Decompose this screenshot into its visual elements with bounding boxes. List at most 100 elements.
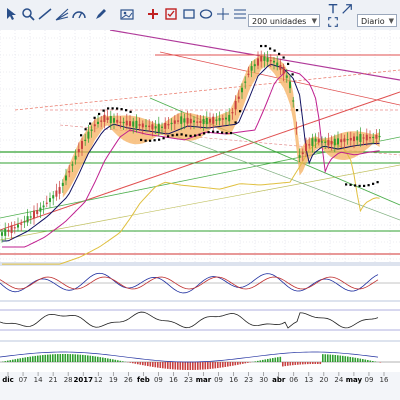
histogram-bar (227, 362, 229, 367)
sar-dot (203, 132, 206, 135)
text-icon[interactable] (327, 3, 341, 17)
candle-body (247, 73, 250, 75)
rectangle-icon[interactable] (182, 7, 196, 21)
histogram-bar (292, 362, 294, 366)
histogram-bar (319, 362, 322, 365)
price-chart[interactable]: dic 07 14 21 28 2017 12 19 26 feb 09 16 23 mar 09 16 23 3… (0, 30, 400, 400)
histogram-bar (4, 361, 7, 362)
fan-icon[interactable] (55, 7, 69, 21)
histogram-bar (117, 360, 119, 362)
cursor-icon[interactable] (4, 7, 18, 21)
candle-body (241, 87, 243, 93)
candle-body (225, 117, 227, 120)
fibonacci-icon[interactable] (233, 7, 247, 21)
candle-body (74, 155, 77, 160)
sar-dot (287, 62, 290, 66)
sar-dot (198, 133, 201, 136)
histogram-bar (164, 362, 167, 369)
histogram-bar (132, 362, 134, 364)
histogram-bar (279, 356, 282, 362)
sar-dot (296, 109, 299, 112)
candle-body (173, 120, 176, 124)
gauge-icon[interactable] (72, 7, 86, 21)
histogram-bar (32, 356, 34, 362)
histogram-bar (194, 362, 197, 370)
histogram-bar (149, 362, 152, 367)
candle-body (157, 123, 160, 133)
candle-body (196, 121, 199, 123)
histogram-bar (254, 361, 257, 362)
x-axis-label: 12 (94, 376, 103, 384)
expand-icon[interactable] (327, 16, 341, 30)
image-icon[interactable] (120, 7, 134, 21)
sar-dot (239, 110, 242, 113)
candle-body (167, 123, 170, 126)
x-axis-label: 09 (214, 376, 223, 384)
histogram-bar (82, 354, 84, 362)
candle-body (269, 60, 272, 62)
sar-dot (120, 108, 123, 111)
x-axis-label: feb (137, 376, 150, 384)
sar-dot (102, 109, 105, 112)
arrow-icon[interactable] (341, 3, 355, 17)
x-axis-label: 2017 (73, 376, 93, 384)
histogram-bar (312, 362, 314, 365)
histogram-bar (154, 362, 157, 368)
histogram-bar (294, 362, 297, 365)
histogram-bar (169, 362, 172, 370)
histogram-bar (162, 362, 164, 369)
candle-body (356, 136, 359, 141)
ellipse-icon[interactable] (199, 7, 213, 21)
histogram-bar (37, 355, 39, 362)
candle-body (314, 138, 317, 142)
period-select[interactable]: Diario ▼ (357, 14, 397, 27)
candle-body (205, 118, 208, 125)
histogram-bar (69, 354, 72, 362)
histogram-bar (299, 362, 302, 365)
candle-body (103, 114, 106, 122)
histogram-bar (214, 362, 217, 369)
candle-body (250, 66, 253, 71)
candle-body (337, 138, 339, 145)
candle-body (333, 138, 336, 146)
checkbox-icon[interactable] (164, 7, 178, 21)
sar-dot (125, 109, 128, 112)
search-icon[interactable] (21, 7, 35, 21)
candle-body (177, 120, 179, 122)
x-axis-label: 13 (304, 376, 313, 384)
x-axis-label: 07 (19, 376, 28, 384)
x-axis-label: 26 (124, 376, 133, 384)
histogram-bar (92, 356, 94, 362)
x-axis-label: 19 (109, 376, 118, 384)
line-tool-icon[interactable] (38, 7, 52, 21)
candle-body (202, 119, 205, 124)
sar-dot (167, 135, 170, 138)
candle-body (87, 131, 90, 139)
candle-body (84, 139, 87, 141)
histogram-bar (119, 360, 122, 362)
histogram-bar (97, 356, 99, 362)
sar-dot (264, 44, 267, 48)
histogram-bar (129, 362, 132, 363)
sar-dot (225, 132, 228, 135)
histogram-bar (139, 362, 142, 365)
sar-dot (260, 44, 263, 48)
histogram-bar (344, 356, 347, 362)
candle-body (375, 134, 378, 139)
histogram-bar (47, 354, 49, 362)
candle-body (26, 216, 29, 223)
histogram-bar (217, 362, 219, 369)
histogram-bar (24, 357, 27, 362)
sar-dot (185, 134, 188, 137)
sar-dot (171, 134, 174, 137)
plus-icon[interactable] (146, 7, 160, 21)
candle-body (279, 65, 282, 70)
units-select[interactable]: 200 unidades ▼ (248, 14, 320, 27)
candle-body (228, 114, 231, 122)
pen-icon[interactable] (94, 7, 108, 21)
crosshair-icon[interactable] (216, 7, 230, 21)
candle-body (289, 81, 291, 89)
x-axis-label: dic (2, 376, 14, 384)
sar-dot (358, 184, 361, 188)
candle-body (343, 138, 346, 142)
